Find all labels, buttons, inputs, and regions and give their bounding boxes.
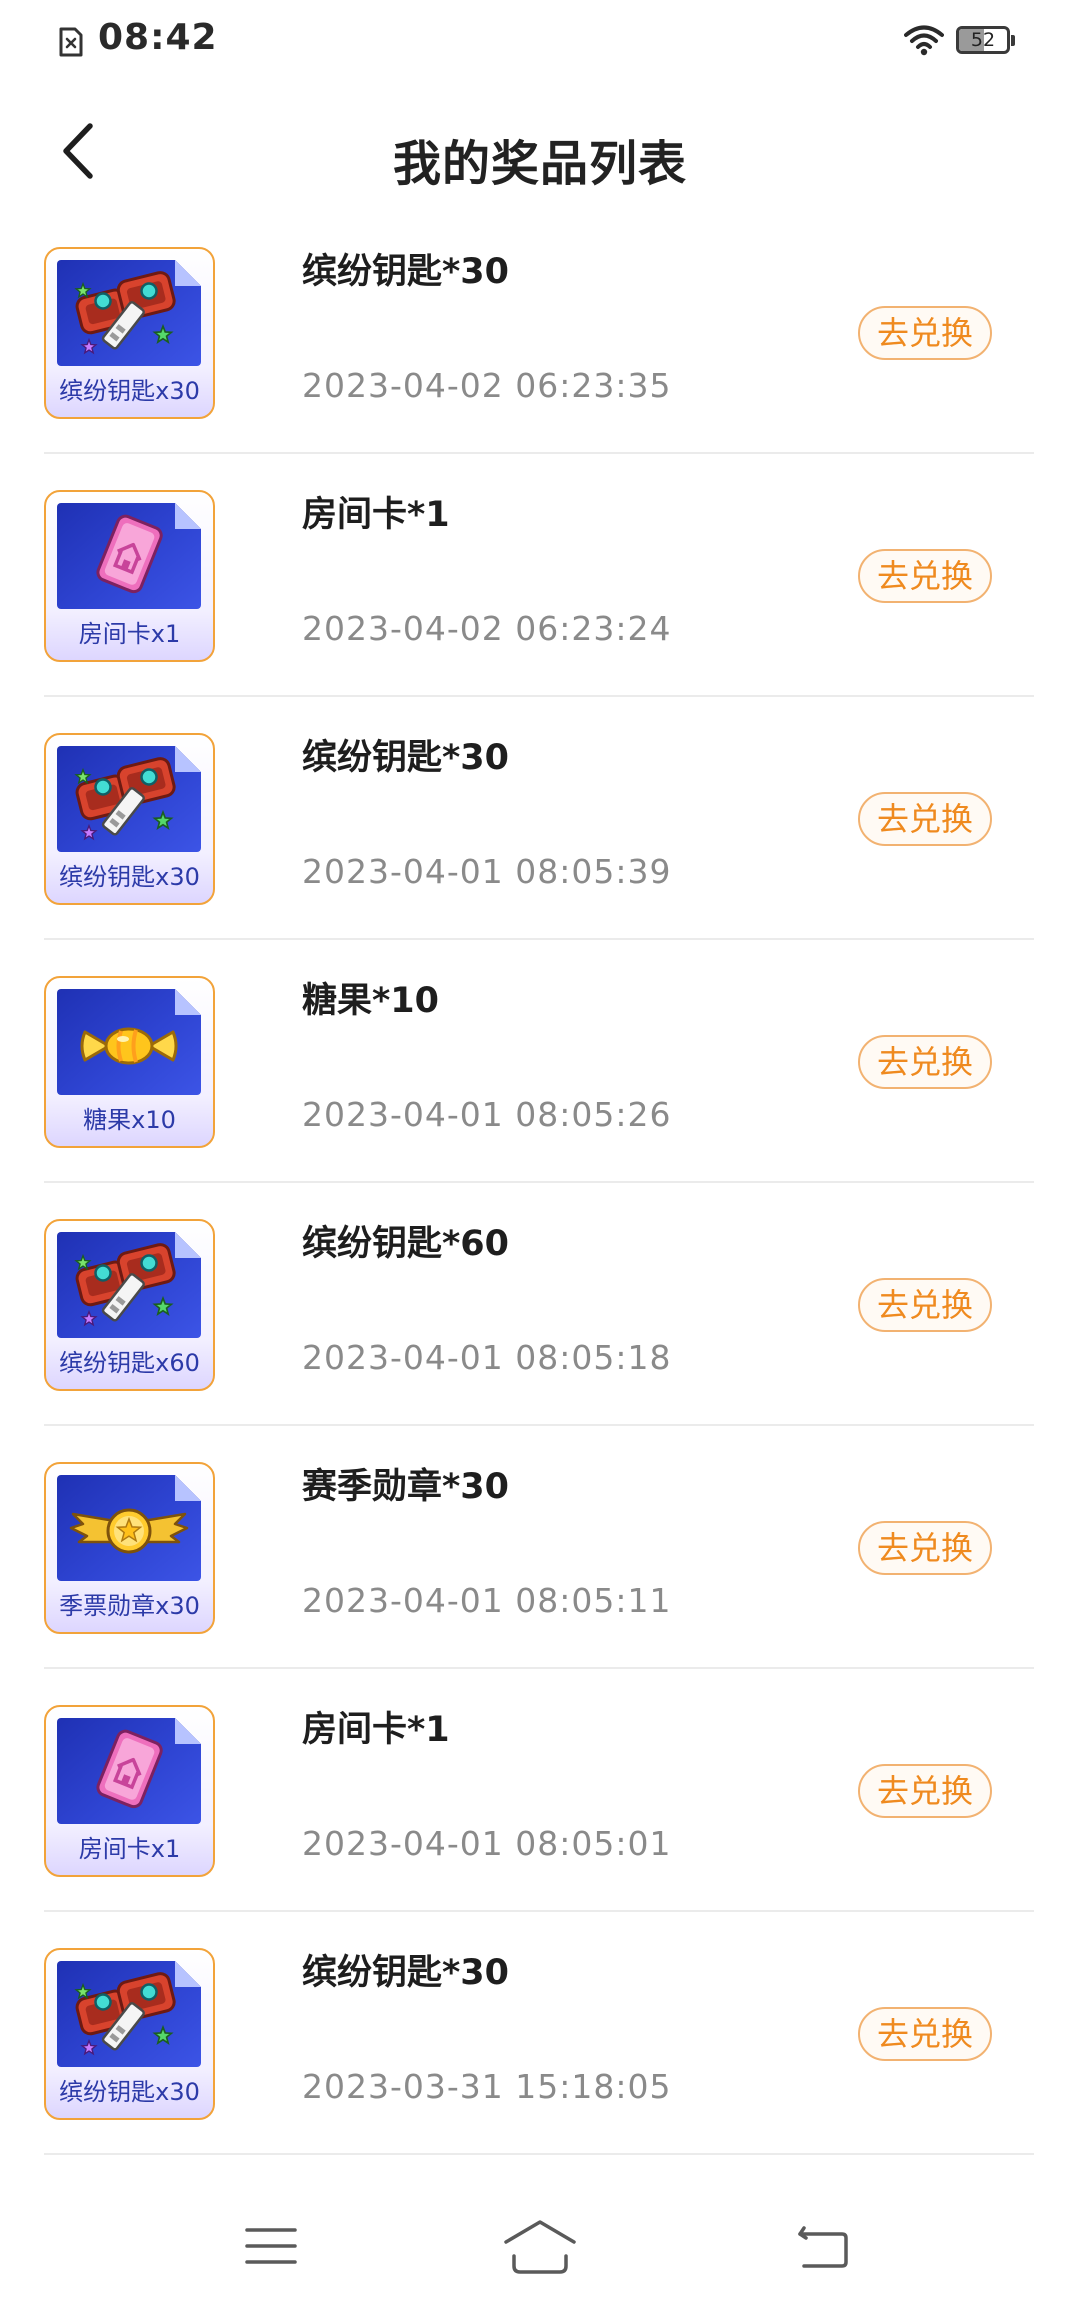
prize-image-label: 糖果x10: [83, 1106, 176, 1134]
panel-fold: [175, 1718, 201, 1744]
panel-fold: [175, 989, 201, 1015]
prize-art-panel: [57, 503, 201, 609]
home-icon: [504, 2220, 576, 2274]
prize-name: 房间卡*1: [302, 1710, 450, 1750]
redeem-button[interactable]: 去兑换: [858, 1278, 992, 1332]
menu-icon: [245, 2228, 297, 2264]
prize-row: 缤纷钥匙x30 缤纷钥匙*30 2023-04-01 08:05:39 去兑换: [0, 697, 1080, 940]
system-nav-bar: [0, 2180, 1080, 2316]
row-divider: [44, 2153, 1034, 2155]
prize-name: 缤纷钥匙*30: [302, 252, 510, 292]
prize-name: 缤纷钥匙*60: [302, 1224, 510, 1264]
redeem-button[interactable]: 去兑换: [858, 792, 992, 846]
prize-image: 房间卡x1: [44, 490, 215, 662]
prize-image: 缤纷钥匙x30: [44, 247, 215, 419]
prize-image-label: 缤纷钥匙x60: [59, 1349, 200, 1377]
prize-image-label: 缤纷钥匙x30: [59, 377, 200, 405]
prize-name: 缤纷钥匙*30: [302, 1953, 510, 1993]
prize-art-panel: [57, 1718, 201, 1824]
header: 我的奖品列表: [0, 96, 1080, 206]
prize-image: 缤纷钥匙x60: [44, 1219, 215, 1391]
prize-image: 季票勋章x30: [44, 1462, 215, 1634]
prize-name: 缤纷钥匙*30: [302, 738, 510, 778]
back-icon: [798, 2226, 848, 2268]
prize-time: 2023-03-31 15:18:05: [302, 2067, 672, 2106]
redeem-button[interactable]: 去兑换: [858, 549, 992, 603]
panel-fold: [175, 1232, 201, 1258]
no-sim-icon: [59, 27, 83, 57]
wifi-icon: [904, 25, 944, 56]
prize-image-label: 缤纷钥匙x30: [59, 2078, 200, 2106]
prize-row: 季票勋章x30 赛季勋章*30 2023-04-01 08:05:11 去兑换: [0, 1426, 1080, 1669]
redeem-button[interactable]: 去兑换: [858, 1035, 992, 1089]
nav-menu-button[interactable]: [244, 2224, 298, 2268]
panel-fold: [175, 746, 201, 772]
prize-image-label: 房间卡x1: [78, 620, 181, 648]
prize-row: 糖果x10 糖果*10 2023-04-01 08:05:26 去兑换: [0, 940, 1080, 1183]
panel-fold: [175, 1961, 201, 1987]
status-time: 08:42: [98, 17, 218, 58]
redeem-button[interactable]: 去兑换: [858, 306, 992, 360]
prize-row: 缤纷钥匙x60 缤纷钥匙*60 2023-04-01 08:05:18 去兑换: [0, 1183, 1080, 1426]
prize-image: 缤纷钥匙x30: [44, 1948, 215, 2120]
prize-list: 缤纷钥匙x30 缤纷钥匙*30 2023-04-02 06:23:35 去兑换 …: [0, 211, 1080, 2155]
battery-icon: 52: [956, 26, 1010, 54]
prize-art-panel: [57, 746, 201, 852]
prize-row: 房间卡x1 房间卡*1 2023-04-02 06:23:24 去兑换: [0, 454, 1080, 697]
redeem-button[interactable]: 去兑换: [858, 1521, 992, 1575]
battery-nub: [1011, 35, 1015, 46]
prize-image: 缤纷钥匙x30: [44, 733, 215, 905]
prize-image: 糖果x10: [44, 976, 215, 1148]
prize-time: 2023-04-02 06:23:35: [302, 366, 672, 405]
prize-art-panel: [57, 1475, 201, 1581]
prize-time: 2023-04-01 08:05:11: [302, 1581, 672, 1620]
prize-name: 糖果*10: [302, 981, 440, 1021]
prize-time: 2023-04-02 06:23:24: [302, 609, 672, 648]
nav-back-button[interactable]: [794, 2224, 850, 2270]
prize-time: 2023-04-01 08:05:26: [302, 1095, 672, 1134]
prize-image-label: 房间卡x1: [78, 1835, 181, 1863]
prize-image-label: 季票勋章x30: [59, 1592, 200, 1620]
nav-home-button[interactable]: [502, 2218, 578, 2276]
battery-percent: 52: [970, 29, 996, 51]
redeem-button[interactable]: 去兑换: [858, 2007, 992, 2061]
prize-art-panel: [57, 260, 201, 366]
prize-time: 2023-04-01 08:05:01: [302, 1824, 672, 1863]
redeem-button[interactable]: 去兑换: [858, 1764, 992, 1818]
prize-image: 房间卡x1: [44, 1705, 215, 1877]
page-title: 我的奖品列表: [392, 136, 687, 192]
prize-image-label: 缤纷钥匙x30: [59, 863, 200, 891]
panel-fold: [175, 1475, 201, 1501]
prize-time: 2023-04-01 08:05:39: [302, 852, 672, 891]
status-bar: 08:42 52: [0, 0, 1080, 84]
prize-art-panel: [57, 1961, 201, 2067]
prize-name: 赛季勋章*30: [302, 1467, 510, 1507]
prize-name: 房间卡*1: [302, 495, 450, 535]
prize-row: 房间卡x1 房间卡*1 2023-04-01 08:05:01 去兑换: [0, 1669, 1080, 1912]
prize-time: 2023-04-01 08:05:18: [302, 1338, 672, 1377]
prize-row: 缤纷钥匙x30 缤纷钥匙*30 2023-04-02 06:23:35 去兑换: [0, 211, 1080, 454]
prize-art-panel: [57, 989, 201, 1095]
panel-fold: [175, 260, 201, 286]
panel-fold: [175, 503, 201, 529]
prize-art-panel: [57, 1232, 201, 1338]
prize-row: 缤纷钥匙x30 缤纷钥匙*30 2023-03-31 15:18:05 去兑换: [0, 1912, 1080, 2155]
